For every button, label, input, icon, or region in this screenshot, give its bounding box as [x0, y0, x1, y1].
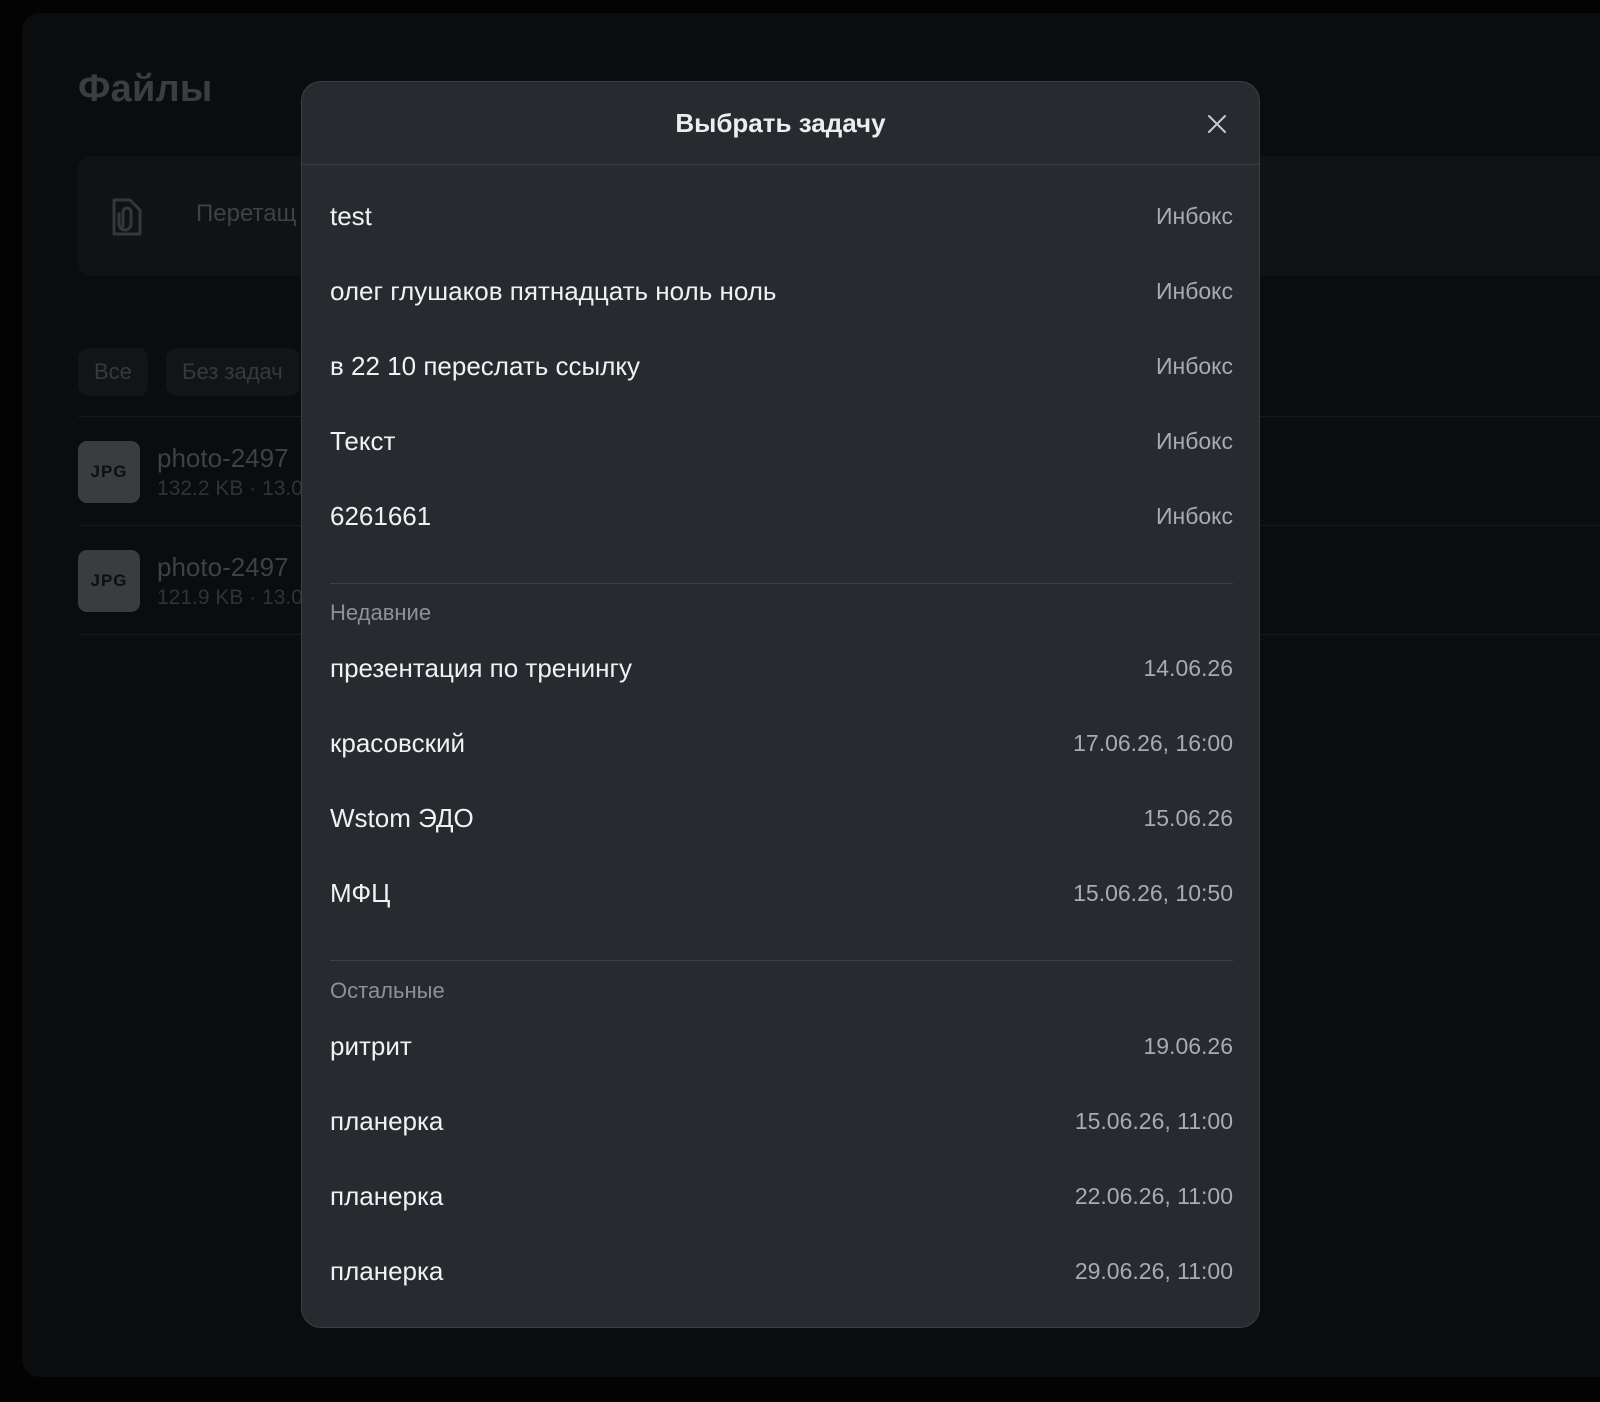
task-title: Текст	[330, 426, 396, 456]
task-title: олег глушаков пятнадцать ноль ноль	[330, 276, 777, 306]
filter-all[interactable]: Все	[78, 348, 148, 396]
modal-title: Выбрать задачу	[675, 108, 886, 138]
task-item[interactable]: ритрит 19.06.26	[330, 1009, 1233, 1084]
task-date: 22.06.26, 11:00	[1074, 1183, 1233, 1209]
task-item[interactable]: 6261661 Инбокс	[330, 479, 1233, 554]
task-date: 15.06.26, 11:00	[1074, 1108, 1233, 1134]
task-title: ритрит	[330, 1031, 412, 1061]
section-divider	[330, 583, 1233, 584]
task-title: планерка	[330, 1181, 444, 1211]
task-project: Инбокс	[1155, 353, 1233, 379]
task-date: 14.06.26	[1143, 655, 1233, 681]
task-title: Wstom ЭДО	[330, 803, 474, 833]
task-title: 6261661	[330, 501, 432, 531]
task-project: Инбокс	[1155, 428, 1233, 454]
select-task-modal: Выбрать задачу test Инбокс олег глушаков…	[301, 81, 1260, 1328]
modal-header: Выбрать задачу	[302, 82, 1259, 165]
task-item[interactable]: планерка 22.06.26, 11:00	[330, 1159, 1233, 1234]
section-label-others: Остальные	[330, 978, 445, 1003]
filter-without-tasks[interactable]: Без задач	[166, 348, 299, 396]
file-type-badge: JPG	[78, 550, 140, 612]
task-item[interactable]: Wstom ЭДО 15.06.26	[330, 781, 1233, 856]
task-title: презентация по тренингу	[330, 653, 632, 683]
section-divider	[330, 960, 1233, 961]
task-item[interactable]: планерка 29.06.26, 11:00	[330, 1234, 1233, 1309]
task-item[interactable]: Текст Инбокс	[330, 404, 1233, 479]
file-name[interactable]: photo-2497	[157, 552, 289, 583]
task-date: 15.06.26	[1143, 805, 1233, 831]
dropzone-text: Перетащ	[196, 200, 297, 227]
task-title: планерка	[330, 1106, 444, 1136]
section-label-recent: Недавние	[330, 600, 432, 625]
task-date: 15.06.26, 10:50	[1073, 880, 1233, 906]
task-date: 17.06.26, 16:00	[1073, 730, 1233, 756]
task-title: МФЦ	[330, 878, 391, 908]
task-project: Инбокс	[1155, 503, 1233, 529]
task-item[interactable]: красовский 17.06.26, 16:00	[330, 706, 1233, 781]
task-date: 19.06.26	[1143, 1033, 1233, 1059]
task-item[interactable]: test Инбокс	[330, 179, 1233, 254]
task-project: Инбокс	[1155, 203, 1233, 229]
page-title: Файлы	[78, 68, 213, 110]
close-button[interactable]	[1205, 112, 1229, 136]
close-icon	[1208, 115, 1226, 133]
task-item[interactable]: олег глушаков пятнадцать ноль ноль Инбок…	[330, 254, 1233, 329]
file-meta: 121.9 KB · 13.0	[157, 586, 303, 609]
task-title: красовский	[330, 728, 465, 758]
task-title: планерка	[330, 1256, 444, 1286]
task-item[interactable]: МФЦ 15.06.26, 10:50	[330, 856, 1233, 931]
task-item[interactable]: презентация по тренингу 14.06.26	[330, 631, 1233, 706]
file-name[interactable]: photo-2497	[157, 443, 289, 474]
task-item[interactable]: планерка 15.06.26, 11:00	[330, 1084, 1233, 1159]
task-date: 29.06.26, 11:00	[1074, 1258, 1233, 1284]
task-project: Инбокс	[1155, 278, 1233, 304]
paperclip-file-icon	[108, 196, 144, 238]
task-title: в 22 10 переслать ссылку	[330, 351, 641, 381]
file-type-badge: JPG	[78, 441, 140, 503]
task-title: test	[330, 201, 372, 231]
task-item[interactable]: в 22 10 переслать ссылку Инбокс	[330, 329, 1233, 404]
file-meta: 132.2 KB · 13.0	[157, 477, 303, 500]
